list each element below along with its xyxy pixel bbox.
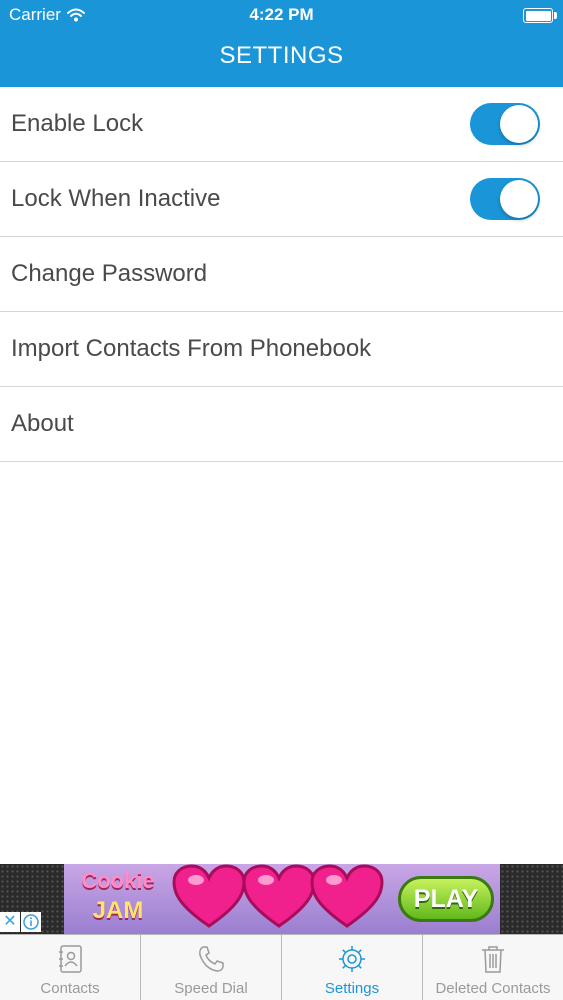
page-title: SETTINGS xyxy=(219,42,344,69)
ad-info-icon[interactable] xyxy=(21,912,41,932)
tab-label: Settings xyxy=(324,980,380,997)
heart-candy-icon xyxy=(310,864,384,928)
tab-label: Contacts xyxy=(40,980,100,997)
toggle-knob xyxy=(500,180,538,218)
heart-candy-icon xyxy=(242,864,316,928)
settings-row-enable-lock[interactable]: Enable Lock xyxy=(0,87,563,162)
settings-row-import-contacts[interactable]: Import Contacts From Phonebook xyxy=(0,312,563,387)
settings-row-about[interactable]: About xyxy=(0,387,563,462)
battery-icon xyxy=(523,8,553,23)
ad-play-button[interactable]: PLAY xyxy=(398,876,494,922)
battery-tip xyxy=(554,12,557,19)
enable-lock-toggle[interactable] xyxy=(470,103,540,145)
tab-settings[interactable]: Settings xyxy=(281,935,422,1000)
trash-icon xyxy=(482,946,504,973)
ad-logo-bottom-text: JAM xyxy=(92,897,144,924)
settings-row-label: Lock When Inactive xyxy=(11,185,221,212)
status-bar: Carrier 4:22 PM xyxy=(0,0,563,30)
navigation-header: Carrier 4:22 PM SETTINGS xyxy=(0,0,563,87)
tab-bar: Contacts Speed Dial Settings Deleted Con… xyxy=(0,934,563,1000)
settings-row-lock-when-inactive[interactable]: Lock When Inactive xyxy=(0,162,563,237)
ad-banner[interactable]: Cookie JAM PLAY xyxy=(0,864,563,934)
heart-candy-icon xyxy=(172,864,246,928)
address-book-icon xyxy=(59,945,82,973)
tab-speed-dial[interactable]: Speed Dial xyxy=(140,935,281,1000)
lock-when-inactive-toggle[interactable] xyxy=(470,178,540,220)
tab-label: Deleted Contacts xyxy=(435,980,551,997)
settings-row-label: Import Contacts From Phonebook xyxy=(11,335,372,362)
toggle-knob xyxy=(500,105,538,143)
settings-row-change-password[interactable]: Change Password xyxy=(0,237,563,312)
tab-contacts[interactable]: Contacts xyxy=(0,935,140,1000)
tab-label: Speed Dial xyxy=(174,980,248,997)
settings-list: Enable Lock Lock When Inactive Change Pa… xyxy=(0,87,563,462)
tab-deleted-contacts[interactable]: Deleted Contacts xyxy=(422,935,563,1000)
ad-logo: Cookie JAM xyxy=(66,866,170,932)
ad-logo-top-text: Cookie xyxy=(81,868,155,893)
gear-icon xyxy=(339,946,365,972)
status-time: 4:22 PM xyxy=(249,5,314,24)
settings-row-label: Enable Lock xyxy=(11,110,144,137)
phone-icon xyxy=(199,946,224,972)
settings-row-label: Change Password xyxy=(11,260,208,287)
settings-row-label: About xyxy=(11,410,74,437)
ad-close-icon[interactable]: ✕ xyxy=(0,912,20,932)
ad-artwork[interactable]: Cookie JAM PLAY xyxy=(64,864,500,934)
